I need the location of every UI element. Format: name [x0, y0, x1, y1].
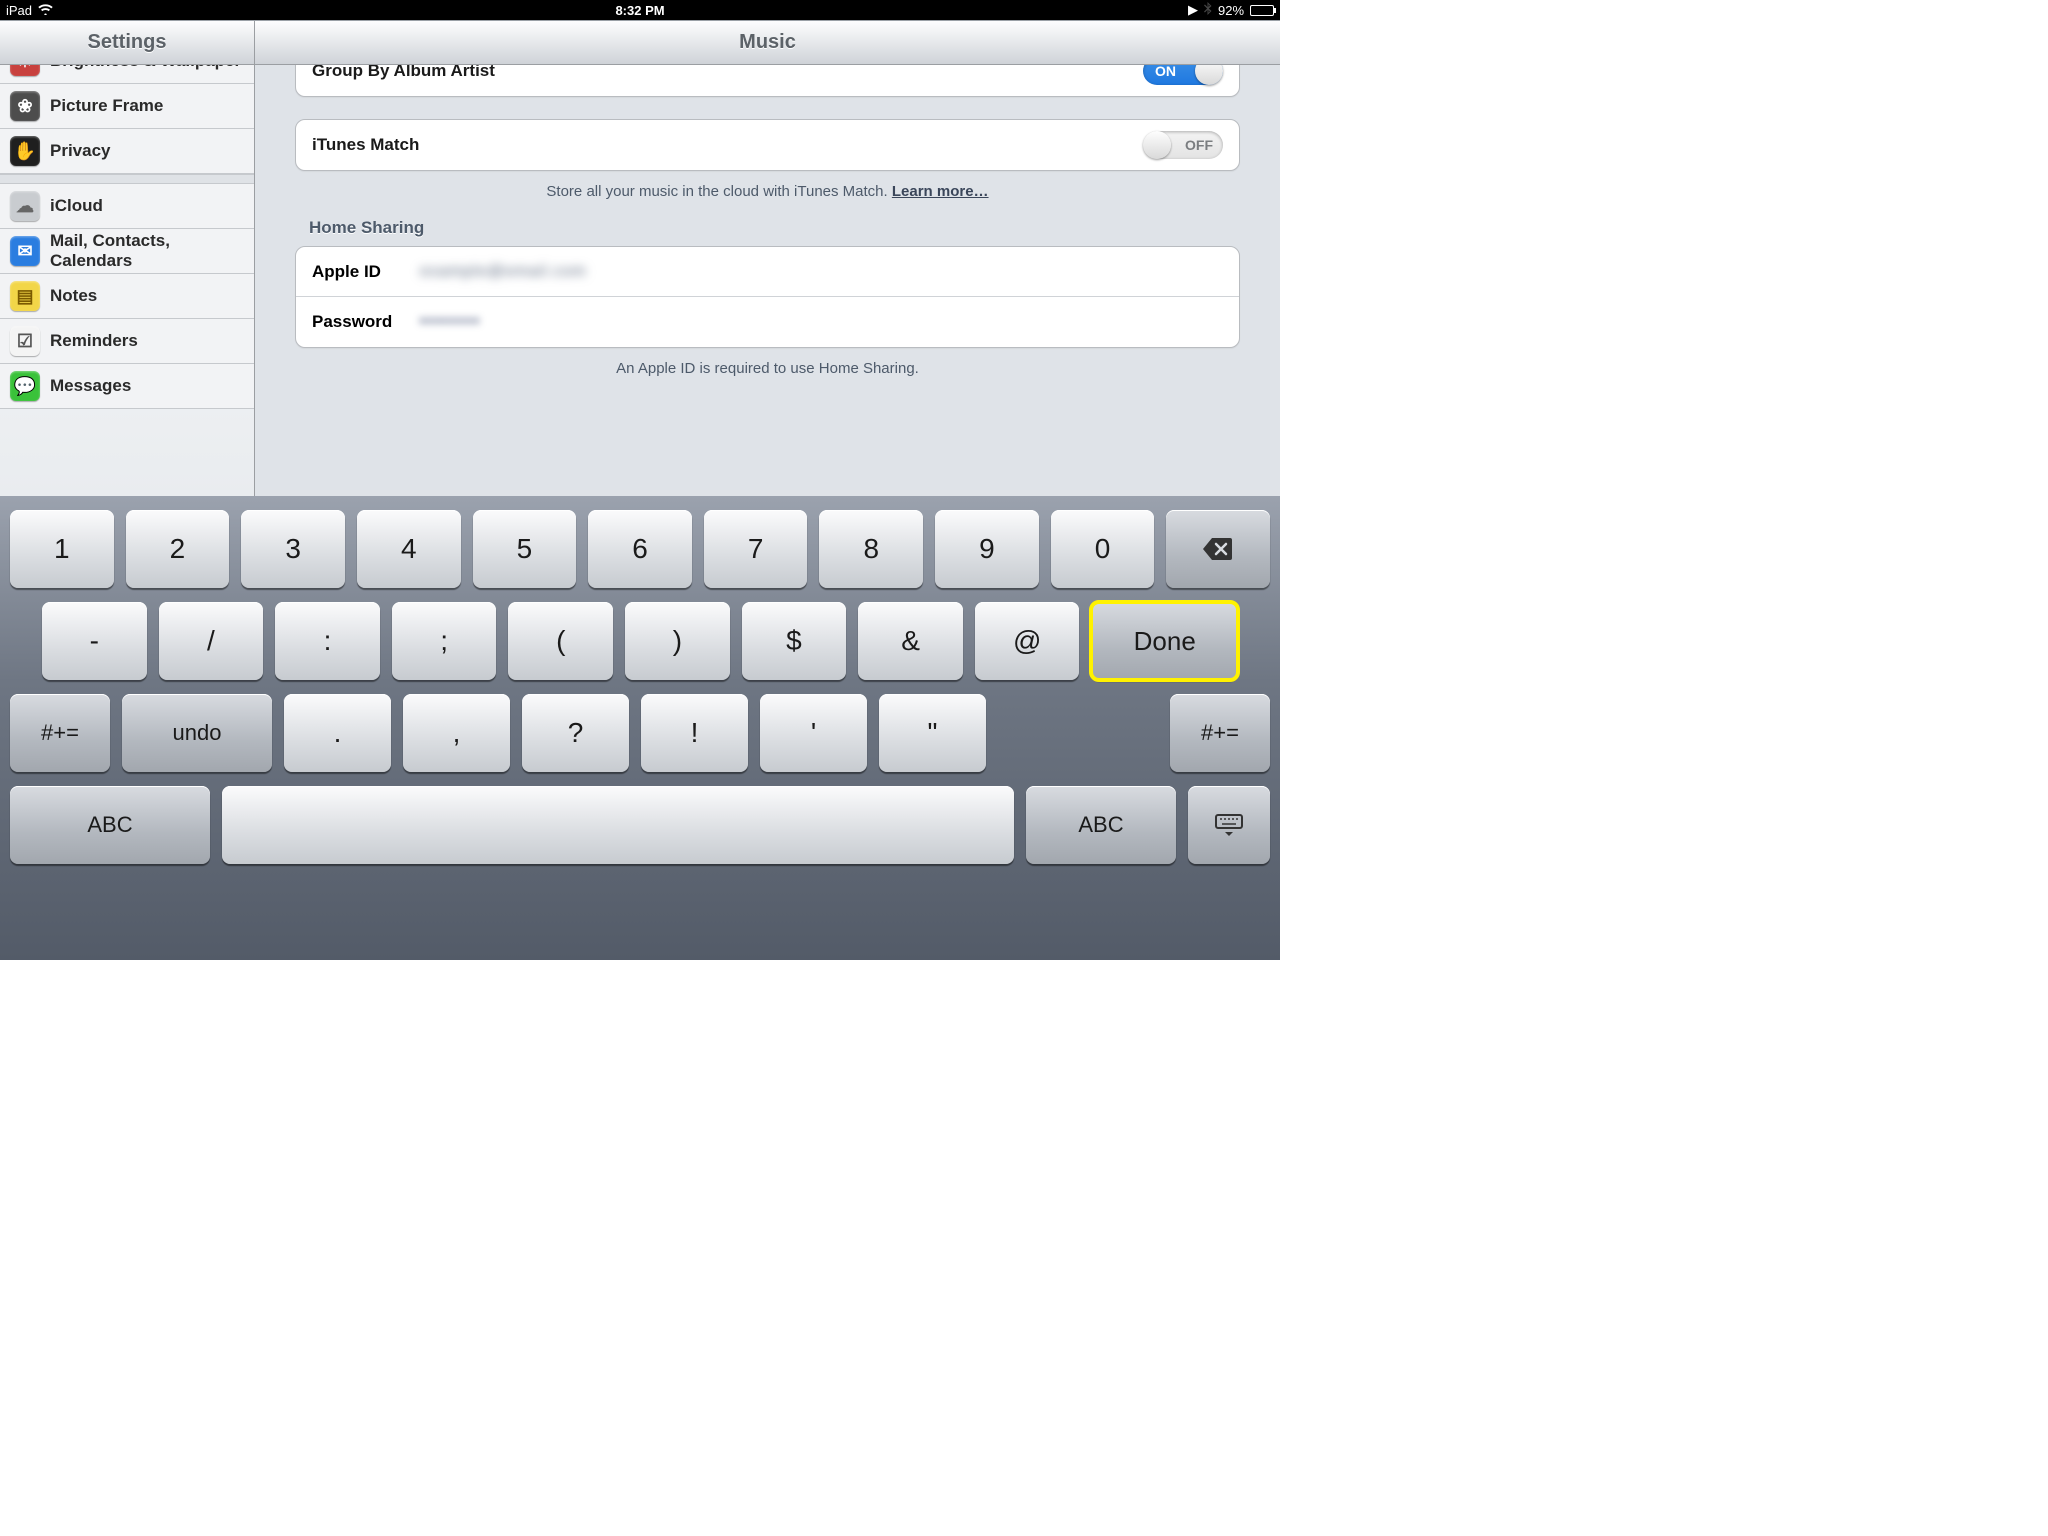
- key-4[interactable]: 4: [357, 510, 461, 588]
- cell-itunes-match[interactable]: iTunes Match OFF: [296, 120, 1239, 170]
- key-1[interactable]: 1: [10, 510, 114, 588]
- key-0[interactable]: 0: [1051, 510, 1155, 588]
- picture-frame-icon: ❀: [10, 91, 40, 121]
- brightness-icon: ☀: [10, 65, 40, 76]
- messages-icon: 💬: [10, 371, 40, 401]
- key-abc-right[interactable]: ABC: [1026, 786, 1176, 864]
- sidebar-item-notes[interactable]: ▤ Notes: [0, 274, 254, 319]
- sidebar-title: Settings: [0, 21, 254, 65]
- key-space[interactable]: [222, 786, 1014, 864]
- sidebar-item-label: Reminders: [50, 331, 138, 351]
- cell-password[interactable]: Password ••••••••: [296, 297, 1239, 347]
- key-rparen[interactable]: ): [625, 602, 730, 680]
- keyboard-row-2: - / : ; ( ) $ & @ Done: [8, 602, 1272, 680]
- key-semicolon[interactable]: ;: [392, 602, 497, 680]
- sidebar-item-reminders[interactable]: ☑ Reminders: [0, 319, 254, 364]
- key-6[interactable]: 6: [588, 510, 692, 588]
- play-icon: ▶: [1188, 2, 1198, 18]
- learn-more-link[interactable]: Learn more…: [892, 183, 989, 200]
- sidebar-item-brightness[interactable]: ☀ Brightness & Wallpaper: [0, 65, 254, 84]
- mail-icon: ✉: [10, 236, 40, 266]
- key-undo[interactable]: undo: [122, 694, 272, 772]
- key-apostrophe[interactable]: ': [760, 694, 867, 772]
- cell-group-by-album-artist[interactable]: Group By Album Artist ON: [296, 65, 1239, 96]
- toggle-knob: [1195, 65, 1223, 85]
- key-period[interactable]: .: [284, 694, 391, 772]
- toggle-on-text: ON: [1155, 65, 1176, 79]
- bluetooth-icon: [1204, 2, 1212, 18]
- status-bar: iPad 8:32 PM ▶ 92%: [0, 0, 1280, 20]
- key-7[interactable]: 7: [704, 510, 808, 588]
- password-label: Password: [312, 312, 402, 332]
- cell-label: Group By Album Artist: [312, 65, 495, 81]
- toggle-knob: [1143, 131, 1171, 159]
- key-colon[interactable]: :: [275, 602, 380, 680]
- cell-label: iTunes Match: [312, 135, 419, 155]
- key-8[interactable]: 8: [819, 510, 923, 588]
- key-quote[interactable]: ": [879, 694, 986, 772]
- sidebar-item-label: Picture Frame: [50, 96, 163, 116]
- key-dollar[interactable]: $: [742, 602, 847, 680]
- sidebar-item-label: Messages: [50, 376, 131, 396]
- sidebar-item-label: Mail, Contacts, Calendars: [50, 231, 244, 271]
- sidebar-item-label: Brightness & Wallpaper: [50, 65, 241, 71]
- apple-id-field[interactable]: example@email.com: [420, 263, 587, 281]
- key-2[interactable]: 2: [126, 510, 230, 588]
- key-hyphen[interactable]: -: [42, 602, 147, 680]
- notes-icon: ▤: [10, 281, 40, 311]
- sidebar-item-icloud[interactable]: ☁ iCloud: [0, 184, 254, 229]
- toggle-group-by-album-artist[interactable]: ON: [1143, 65, 1223, 85]
- device-label: iPad: [6, 3, 32, 18]
- clock: 8:32 PM: [615, 3, 664, 18]
- sidebar-item-privacy[interactable]: ✋ Privacy: [0, 129, 254, 174]
- key-exclaim[interactable]: !: [641, 694, 748, 772]
- key-5[interactable]: 5: [473, 510, 577, 588]
- key-comma[interactable]: ,: [403, 694, 510, 772]
- settings-sidebar: Settings ☀ Brightness & Wallpaper ❀ Pict…: [0, 21, 255, 496]
- key-at[interactable]: @: [975, 602, 1080, 680]
- key-9[interactable]: 9: [935, 510, 1039, 588]
- key-symbols-right[interactable]: #+=: [1170, 694, 1270, 772]
- key-backspace[interactable]: [1166, 510, 1270, 588]
- key-question[interactable]: ?: [522, 694, 629, 772]
- toggle-off-text: OFF: [1185, 137, 1213, 153]
- sidebar-item-messages[interactable]: 💬 Messages: [0, 364, 254, 409]
- password-field[interactable]: ••••••••: [420, 313, 481, 331]
- key-hide-keyboard[interactable]: [1188, 786, 1270, 864]
- section-home-sharing: Home Sharing: [309, 218, 1240, 238]
- key-lparen[interactable]: (: [508, 602, 613, 680]
- key-amp[interactable]: &: [858, 602, 963, 680]
- key-done[interactable]: Done: [1091, 602, 1237, 680]
- battery-percent: 92%: [1218, 3, 1244, 18]
- sidebar-item-label: Privacy: [50, 141, 111, 161]
- sidebar-item-label: Notes: [50, 286, 97, 306]
- key-symbols-left[interactable]: #+=: [10, 694, 110, 772]
- cell-apple-id[interactable]: Apple ID example@email.com: [296, 247, 1239, 297]
- sidebar-item-mail[interactable]: ✉ Mail, Contacts, Calendars: [0, 229, 254, 274]
- key-slash[interactable]: /: [159, 602, 264, 680]
- icloud-icon: ☁: [10, 191, 40, 221]
- home-sharing-footer: An Apple ID is required to use Home Shar…: [295, 360, 1240, 377]
- on-screen-keyboard: 1 2 3 4 5 6 7 8 9 0 - / : ; ( ) $ & @ Do…: [0, 496, 1280, 960]
- sidebar-item-picture-frame[interactable]: ❀ Picture Frame: [0, 84, 254, 129]
- content-title: Music: [255, 21, 1280, 65]
- battery-icon: [1250, 5, 1274, 16]
- key-3[interactable]: 3: [241, 510, 345, 588]
- itunes-match-caption: Store all your music in the cloud with i…: [295, 183, 1240, 200]
- reminders-icon: ☑: [10, 326, 40, 356]
- privacy-icon: ✋: [10, 136, 40, 166]
- sidebar-item-label: iCloud: [50, 196, 103, 216]
- key-abc-left[interactable]: ABC: [10, 786, 210, 864]
- toggle-itunes-match[interactable]: OFF: [1143, 131, 1223, 159]
- keyboard-row-4: ABC ABC: [8, 786, 1272, 864]
- keyboard-row-1: 1 2 3 4 5 6 7 8 9 0: [8, 510, 1272, 588]
- keyboard-row-3: #+= undo . , ? ! ' " #+=: [8, 694, 1272, 772]
- wifi-icon: [38, 3, 53, 18]
- apple-id-label: Apple ID: [312, 262, 402, 282]
